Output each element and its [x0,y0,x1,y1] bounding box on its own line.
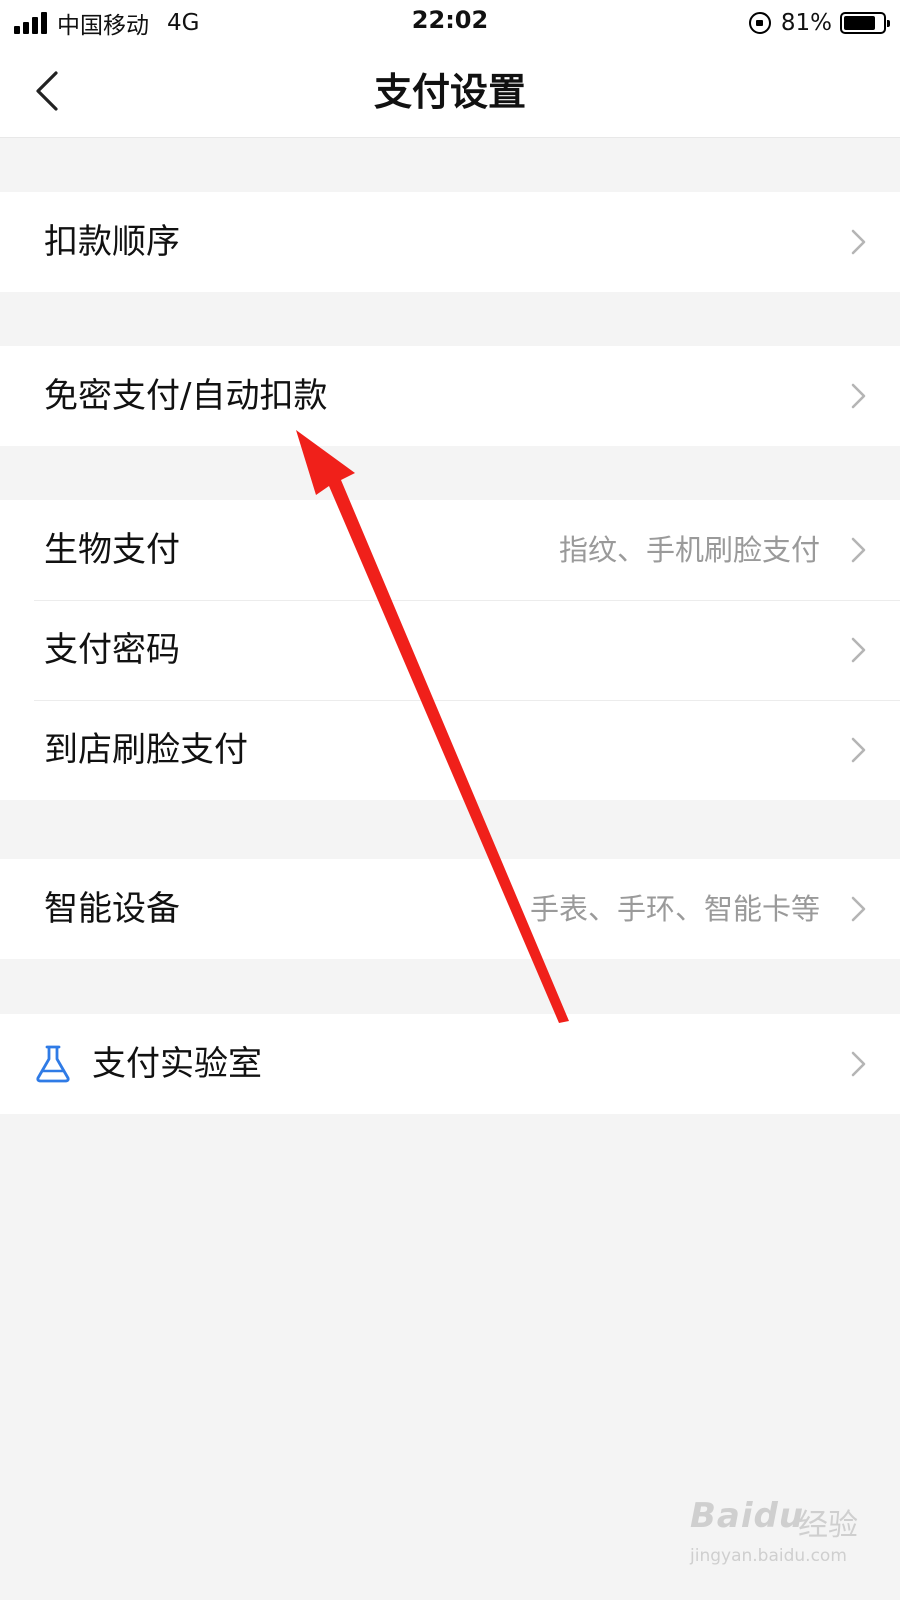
row-label: 智能设备 [44,889,180,929]
row-label: 扣款顺序 [44,222,180,262]
row-label: 到店刷脸支付 [44,730,248,770]
battery-fill [844,16,875,30]
row-in-store-face-pay[interactable]: 到店刷脸支付 [0,700,900,800]
row-smart-devices[interactable]: 智能设备 手表、手环、智能卡等 [0,859,900,959]
watermark-brand: Baidu [690,1496,805,1536]
settings-group-2: 免密支付/自动扣款 [0,346,900,446]
row-subtext: 指纹、手机刷脸支付 [558,533,820,567]
settings-group-4: 智能设备 手表、手环、智能卡等 [0,859,900,959]
row-password-free-pay[interactable]: 免密支付/自动扣款 [0,346,900,446]
row-payment-password[interactable]: 支付密码 [0,600,900,700]
row-label: 支付实验室 [92,1044,262,1084]
row-label: 支付密码 [44,630,180,670]
row-label: 免密支付/自动扣款 [44,376,328,416]
chevron-right-icon [851,1051,866,1077]
battery-icon [840,12,890,34]
row-deduction-order[interactable]: 扣款顺序 [0,192,900,292]
status-right: 81% [748,8,890,38]
chevron-right-icon [851,229,866,255]
row-biometric-pay[interactable]: 生物支付 指纹、手机刷脸支付 [0,500,900,600]
watermark-cn: 经验 [798,1508,858,1543]
nav-bar: 支付设置 [0,46,900,138]
rotation-lock-icon [748,12,771,34]
row-payment-lab[interactable]: 支付实验室 [0,1014,900,1114]
page-title: 支付设置 [373,70,526,114]
settings-group-1: 扣款顺序 [0,192,900,292]
chevron-right-icon [851,896,866,922]
battery-percent: 81% [780,10,832,36]
chevron-right-icon [851,537,866,563]
chevron-right-icon [851,383,866,409]
watermark-url: jingyan.baidu.com [690,1546,847,1566]
baidu-jingyan-watermark: Baidu 经验 jingyan.baidu.com [690,1490,880,1580]
settings-group-5: 支付实验室 [0,1014,900,1114]
row-label: 生物支付 [44,530,180,570]
row-subtext: 手表、手环、智能卡等 [529,892,820,926]
status-bar: 中国移动 4G 22:02 81% [0,0,900,46]
chevron-right-icon [851,737,866,763]
flask-icon [36,1045,70,1083]
settings-group-3: 生物支付 指纹、手机刷脸支付 支付密码 到店刷脸支付 [0,500,900,800]
chevron-right-icon [851,637,866,663]
